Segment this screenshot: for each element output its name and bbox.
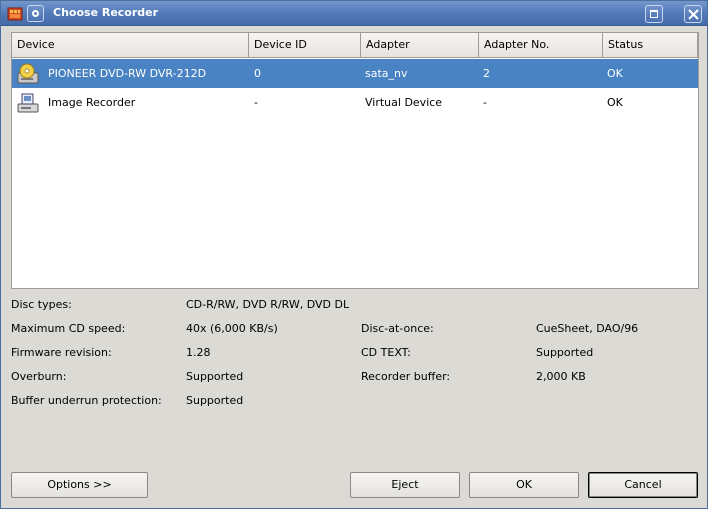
cd-drive-icon bbox=[17, 63, 39, 84]
max-speed-label: Maximum CD speed: bbox=[11, 322, 126, 335]
max-speed-value: 40x (6,000 KB/s) bbox=[186, 322, 278, 335]
close-button[interactable] bbox=[684, 5, 702, 23]
eject-button[interactable]: Eject bbox=[350, 472, 460, 498]
firmware-value: 1.28 bbox=[186, 346, 211, 359]
options-button[interactable]: Options >> bbox=[11, 472, 148, 498]
underrun-value: Supported bbox=[186, 394, 244, 407]
window-title: Choose Recorder bbox=[53, 6, 159, 19]
cd-text-value: Supported bbox=[536, 346, 594, 359]
cancel-button[interactable]: Cancel bbox=[588, 472, 698, 498]
cd-text-label: CD TEXT: bbox=[361, 346, 411, 359]
title-bar[interactable]: Choose Recorder bbox=[1, 1, 707, 26]
adapter: Virtual Device bbox=[365, 96, 443, 109]
disc-at-once-value: CueSheet, DAO/96 bbox=[536, 322, 639, 335]
status: OK bbox=[607, 67, 623, 80]
overburn-label: Overburn: bbox=[11, 370, 67, 383]
firmware-label: Firmware revision: bbox=[11, 346, 112, 359]
device-id: 0 bbox=[254, 67, 261, 80]
device-id: - bbox=[254, 96, 258, 109]
adapter-no: - bbox=[483, 96, 487, 109]
k3b-app-icon bbox=[7, 7, 23, 21]
ok-button[interactable]: OK bbox=[469, 472, 579, 498]
window-menu-button[interactable] bbox=[27, 5, 44, 22]
choose-recorder-dialog: Choose Recorder Device Device ID Adapter… bbox=[0, 0, 708, 509]
underrun-label: Buffer underrun protection: bbox=[11, 394, 162, 407]
adapter: sata_nv bbox=[365, 67, 408, 80]
recorder-buffer-label: Recorder buffer: bbox=[361, 370, 451, 383]
column-header-device[interactable]: Device bbox=[12, 33, 249, 58]
window-menu-icon bbox=[32, 10, 39, 17]
device-name: Image Recorder bbox=[48, 96, 136, 109]
adapter-no: 2 bbox=[483, 67, 490, 80]
disc-types-label: Disc types: bbox=[11, 298, 72, 311]
status: OK bbox=[607, 96, 623, 109]
table-row-image-recorder[interactable]: Image Recorder - Virtual Device - OK bbox=[12, 88, 698, 117]
overburn-value: Supported bbox=[186, 370, 244, 383]
disc-at-once-label: Disc-at-once: bbox=[361, 322, 434, 335]
maximize-icon bbox=[650, 10, 658, 18]
list-header: Device Device ID Adapter Adapter No. Sta… bbox=[12, 33, 698, 58]
column-header-status[interactable]: Status bbox=[603, 33, 698, 58]
column-header-device-id[interactable]: Device ID bbox=[249, 33, 361, 58]
column-header-adapter-no[interactable]: Adapter No. bbox=[479, 33, 603, 58]
recorder-list[interactable]: Device Device ID Adapter Adapter No. Sta… bbox=[11, 32, 699, 289]
maximize-button[interactable] bbox=[645, 5, 663, 23]
disc-types-value: CD-R/RW, DVD R/RW, DVD DL bbox=[186, 298, 350, 311]
column-header-adapter[interactable]: Adapter bbox=[361, 33, 479, 58]
close-icon bbox=[688, 9, 699, 20]
image-recorder-icon bbox=[17, 93, 39, 113]
table-row-pioneer[interactable]: PIONEER DVD-RW DVR-212D 0 sata_nv 2 OK bbox=[12, 59, 698, 88]
device-name: PIONEER DVD-RW DVR-212D bbox=[48, 67, 207, 80]
recorder-buffer-value: 2,000 KB bbox=[536, 370, 586, 383]
